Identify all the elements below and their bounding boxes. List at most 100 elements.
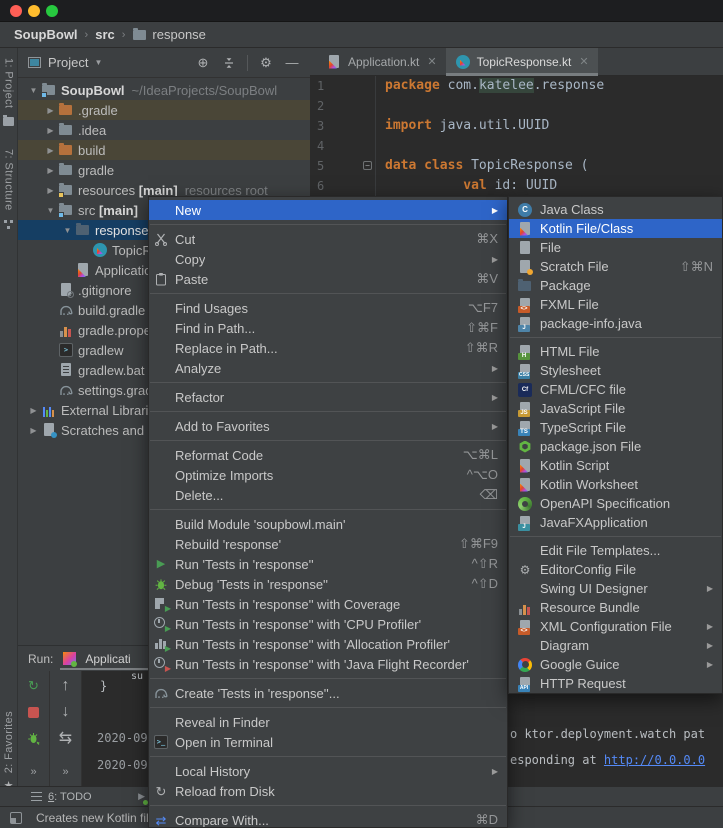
close-icon[interactable]: ✕ bbox=[427, 55, 436, 68]
menu-item-fxml-file[interactable]: <> FXML File bbox=[509, 295, 722, 314]
menu-item-reformat-code[interactable]: Reformat Code ⌥⌘L bbox=[149, 445, 507, 465]
menu-item-create-tests-in-response[interactable]: Create 'Tests in 'response''... bbox=[149, 683, 507, 703]
soft-wrap-icon[interactable]: ⇆ bbox=[58, 730, 74, 747]
rerun-failed-tests-icon[interactable] bbox=[26, 730, 42, 746]
menu-item-run-tests-in-response-with-allocation-prof[interactable]: ▶ Run 'Tests in 'response'' with 'Allocat… bbox=[149, 634, 507, 654]
menu-item-analyze[interactable]: Analyze ▶ bbox=[149, 358, 507, 378]
kotlin-run-config-icon[interactable] bbox=[61, 651, 78, 667]
menu-item-stylesheet[interactable]: CSS Stylesheet bbox=[509, 361, 722, 380]
arrow-down-icon[interactable]: ↓ bbox=[58, 703, 74, 720]
menu-item-cut[interactable]: Cut ⌘X bbox=[149, 229, 507, 249]
menu-item-package-json-file[interactable]: package.json File bbox=[509, 437, 722, 456]
menu-item-http-request[interactable]: API HTTP Request bbox=[509, 674, 722, 693]
menu-item-editorconfig-file[interactable]: ⚙ EditorConfig File bbox=[509, 560, 722, 579]
collapse-arrow-icon[interactable]: ▼ bbox=[43, 206, 58, 215]
close-icon[interactable]: ✕ bbox=[579, 55, 588, 68]
collapse-arrow-icon[interactable]: ▼ bbox=[26, 86, 41, 95]
close-window-button[interactable] bbox=[10, 5, 22, 17]
menu-item-cfml-cfc-file[interactable]: Cf CFML/CFC file bbox=[509, 380, 722, 399]
expand-arrow-icon[interactable]: ▶ bbox=[43, 146, 58, 155]
arrow-up-icon[interactable]: ↑ bbox=[58, 677, 74, 694]
menu-item-reload-from-disk[interactable]: ↻ Reload from Disk bbox=[149, 781, 507, 801]
expand-arrow-icon[interactable]: ▶ bbox=[43, 186, 58, 195]
zoom-window-button[interactable] bbox=[46, 5, 58, 17]
menu-item-debug-tests-in-response[interactable]: Debug 'Tests in 'response'' ^⇧D bbox=[149, 574, 507, 594]
menu-item-package[interactable]: Package bbox=[509, 276, 722, 295]
code-line-3[interactable]: 3 import java.util.UUID bbox=[310, 116, 723, 136]
menu-item-compare-with[interactable]: ⇄ Compare With... ⌘D bbox=[149, 810, 507, 827]
code-line-4[interactable]: 4 bbox=[310, 136, 723, 156]
tab-application-kt[interactable]: Application.kt ✕ bbox=[317, 48, 446, 75]
menu-item-delete[interactable]: Delete... ⌫ bbox=[149, 485, 507, 505]
code-line-1[interactable]: 1 package com.katelee.response bbox=[310, 76, 723, 96]
expand-arrow-icon[interactable]: ▶ bbox=[26, 426, 41, 435]
project-panel-title[interactable]: Project bbox=[48, 55, 88, 70]
menu-item-kotlin-worksheet[interactable]: Kotlin Worksheet bbox=[509, 475, 722, 494]
rerun-icon[interactable]: ↻ bbox=[26, 678, 42, 694]
more-actions-icon[interactable]: » bbox=[30, 766, 36, 778]
run-config-name[interactable]: Applicati bbox=[85, 652, 130, 666]
menu-item-run-tests-in-response-with-java-flight-rec[interactable]: ▶ Run 'Tests in 'response'' with 'Java Fl… bbox=[149, 654, 507, 674]
menu-item-add-to-favorites[interactable]: Add to Favorites ▶ bbox=[149, 416, 507, 436]
code-line-5[interactable]: 5− data class TopicResponse ( bbox=[310, 156, 723, 176]
code-line-2[interactable]: 2 bbox=[310, 96, 723, 116]
expand-arrow-icon[interactable]: ▶ bbox=[26, 406, 41, 415]
collapse-arrow-icon[interactable]: ▼ bbox=[60, 226, 75, 235]
tree-item-gradle[interactable]: ▶ .gradle bbox=[18, 100, 310, 120]
menu-item-refactor[interactable]: Refactor ▶ bbox=[149, 387, 507, 407]
breadcrumb-response[interactable]: response bbox=[152, 27, 205, 42]
tab-todo[interactable]: 6: TODO bbox=[22, 787, 100, 806]
menu-item-scratch-file[interactable]: Scratch File ⇧⌘N bbox=[509, 257, 722, 276]
chevron-down-icon[interactable]: ▼ bbox=[94, 58, 102, 67]
menu-item-java-class[interactable]: C Java Class bbox=[509, 200, 722, 219]
fold-marker-icon[interactable]: − bbox=[363, 161, 372, 170]
menu-item-edit-file-templates[interactable]: Edit File Templates... bbox=[509, 541, 722, 560]
tree-item-idea[interactable]: ▶ .idea bbox=[18, 120, 310, 140]
menu-item-find-usages[interactable]: Find Usages ⌥F7 bbox=[149, 298, 507, 318]
menu-item-run-tests-in-response-with-cpu-profiler[interactable]: ▶ Run 'Tests in 'response'' with 'CPU Pro… bbox=[149, 614, 507, 634]
menu-item-open-in-terminal[interactable]: >_ Open in Terminal bbox=[149, 732, 507, 752]
menu-item-replace-in-path[interactable]: Replace in Path... ⇧⌘R bbox=[149, 338, 507, 358]
expand-arrow-icon[interactable]: ▶ bbox=[43, 166, 58, 175]
code-line-6[interactable]: 6 val id: UUID bbox=[310, 176, 723, 196]
code-area[interactable]: 1 package com.katelee.response 2 3 import ja… bbox=[310, 76, 723, 196]
tree-item-build[interactable]: ▶ build bbox=[18, 140, 310, 160]
menu-item-openapi-specification[interactable]: OpenAPI Specification bbox=[509, 494, 722, 513]
locate-icon[interactable]: ⊕ bbox=[193, 55, 213, 71]
menu-item-local-history[interactable]: Local History ▶ bbox=[149, 761, 507, 781]
menu-item-javafxapplication[interactable]: J JavaFXApplication bbox=[509, 513, 722, 532]
menu-item-optimize-imports[interactable]: Optimize Imports ^⌥O bbox=[149, 465, 507, 485]
stop-icon[interactable] bbox=[26, 704, 42, 720]
menu-item-run-tests-in-response[interactable]: ▶ Run 'Tests in 'response'' ^⇧R bbox=[149, 554, 507, 574]
tree-item-soupbowl[interactable]: ▼ SoupBowl ~/IdeaProjects/SoupBowl bbox=[18, 80, 310, 100]
menu-item-rebuild-response[interactable]: Rebuild 'response' ⇧⌘F9 bbox=[149, 534, 507, 554]
sidebar-item-project[interactable]: 1: Project bbox=[1, 58, 17, 129]
menu-item-diagram[interactable]: Diagram ▶ bbox=[509, 636, 722, 655]
menu-item-run-tests-in-response-with-coverage[interactable]: ▶ Run 'Tests in 'response'' with Coverage bbox=[149, 594, 507, 614]
breadcrumb-src[interactable]: src bbox=[95, 27, 115, 42]
expand-arrow-icon[interactable]: ▶ bbox=[43, 126, 58, 135]
menu-item-xml-configuration-file[interactable]: <> XML Configuration File ▶ bbox=[509, 617, 722, 636]
menu-item-paste[interactable]: Paste ⌘V bbox=[149, 269, 507, 289]
menu-item-resource-bundle[interactable]: Resource Bundle bbox=[509, 598, 722, 617]
gear-icon[interactable]: ⚙ bbox=[256, 55, 276, 71]
expand-arrow-icon[interactable]: ▶ bbox=[43, 106, 58, 115]
menu-item-file[interactable]: File bbox=[509, 238, 722, 257]
menu-item-copy[interactable]: Copy ▶ bbox=[149, 249, 507, 269]
more-actions-icon[interactable]: » bbox=[62, 766, 68, 778]
breadcrumb-project[interactable]: SoupBowl bbox=[14, 27, 78, 42]
tab-topicresponse-kt[interactable]: TopicResponse.kt ✕ bbox=[445, 48, 598, 76]
menu-item-javascript-file[interactable]: JS JavaScript File bbox=[509, 399, 722, 418]
minimize-window-button[interactable] bbox=[28, 5, 40, 17]
sidebar-item-structure[interactable]: 7: Structure bbox=[1, 149, 17, 232]
menu-item-kotlin-script[interactable]: Kotlin Script bbox=[509, 456, 722, 475]
menu-item-google-guice[interactable]: Google Guice ▶ bbox=[509, 655, 722, 674]
menu-item-package-info-java[interactable]: Jpackage-info.java bbox=[509, 314, 722, 333]
menu-item-new[interactable]: New ▶ bbox=[149, 200, 507, 220]
menu-item-build-module-soupbowl-main[interactable]: Build Module 'soupbowl.main' bbox=[149, 514, 507, 534]
sidebar-item-favorites[interactable]: 2: Favorites ★ bbox=[1, 711, 17, 794]
console-link[interactable]: http://0.0.0.0 bbox=[604, 753, 705, 767]
menu-item-html-file[interactable]: H HTML File bbox=[509, 342, 722, 361]
menu-item-reveal-in-finder[interactable]: Reveal in Finder bbox=[149, 712, 507, 732]
menu-item-swing-ui-designer[interactable]: Swing UI Designer ▶ bbox=[509, 579, 722, 598]
